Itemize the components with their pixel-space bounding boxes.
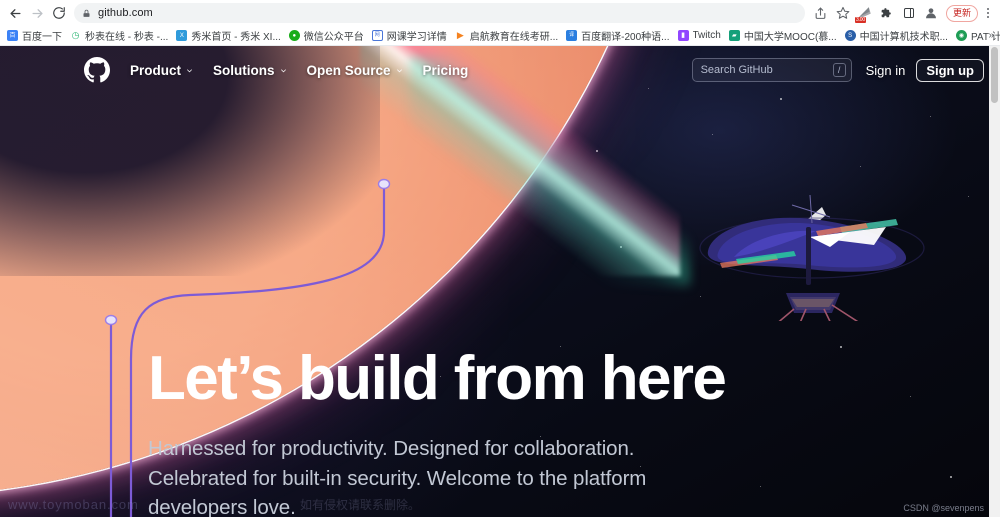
- bookmark-item[interactable]: ● 微信公众平台: [286, 27, 369, 44]
- bookmark-label: 中国计算机技术职...: [859, 32, 948, 43]
- address-bar[interactable]: github.com: [74, 3, 805, 23]
- favicon-icon: ▮: [677, 30, 689, 41]
- extensions-puzzle-icon[interactable]: [877, 3, 897, 23]
- nav-label: Open Source: [306, 62, 391, 78]
- bookmark-item[interactable]: X 秀米首页 - 秀米 XI...: [173, 27, 285, 44]
- bookmark-item[interactable]: 网网课学习详情: [369, 27, 452, 44]
- download-badge-count: 3.00: [854, 17, 866, 23]
- favicon-icon: ▰: [728, 30, 740, 41]
- nav-item-solutions[interactable]: Solutions: [213, 63, 288, 78]
- favicon-icon: 译: [566, 30, 578, 41]
- side-panel-icon[interactable]: [899, 3, 919, 23]
- chevron-down-icon: [280, 68, 286, 72]
- favicon-icon: S: [844, 30, 856, 41]
- hero-subtitle: Harnessed for productivity. Designed for…: [148, 436, 647, 517]
- bookmark-item[interactable]: S 中国计算机技术职...: [842, 27, 953, 44]
- watermark-left: www.toymoban.com: [8, 497, 139, 512]
- hero-copy-block: Let’s build from here Harnessed for prod…: [148, 344, 848, 517]
- download-badge-icon[interactable]: 3.00: [854, 3, 875, 23]
- search-input[interactable]: Search GitHub /: [691, 58, 852, 82]
- bookmark-label: 百度一下: [22, 32, 62, 43]
- bookmark-item[interactable]: ▮ Twitch: [675, 29, 726, 42]
- nav-item-open-source[interactable]: Open Source: [307, 63, 404, 78]
- kebab-menu-icon[interactable]: [980, 3, 996, 23]
- scrollbar-thumb[interactable]: [991, 47, 998, 103]
- bookmark-item[interactable]: ▰ 中国大学MOOC(慕...: [726, 27, 842, 44]
- search-shortcut-badge: /: [832, 63, 846, 77]
- github-hero-section: Product Solutions Open Source Pricing Se…: [0, 46, 1000, 517]
- bookmark-label: 秒表在线 - 秒表 -...: [85, 32, 169, 43]
- browser-toolbar: github.com 3.00 更新: [0, 0, 1000, 26]
- chevron-down-icon: [187, 68, 192, 72]
- nav-item-pricing[interactable]: Pricing: [423, 63, 469, 78]
- address-bar-url: github.com: [98, 7, 153, 19]
- back-arrow-icon[interactable]: [4, 2, 26, 24]
- sign-up-button[interactable]: Sign up: [916, 58, 984, 82]
- bookmark-item[interactable]: ▶ 启航教育在线考研...: [452, 27, 563, 44]
- favicon-icon: ●: [288, 30, 300, 41]
- favicon-icon: ◷: [70, 30, 81, 41]
- bookmark-label: 微信公众平台: [303, 32, 364, 43]
- profile-avatar-icon[interactable]: [921, 3, 941, 23]
- bookmark-label: 网课学习详情: [386, 32, 447, 43]
- bookmark-item[interactable]: 百百度一下: [4, 27, 67, 44]
- search-placeholder: Search GitHub: [700, 64, 773, 76]
- favicon-icon: ▶: [454, 30, 466, 41]
- bookmark-item[interactable]: ◷ 秒表在线 - 秒表 -...: [67, 27, 173, 44]
- github-main-nav: Product Solutions Open Source Pricing: [130, 63, 468, 78]
- share-icon[interactable]: [811, 3, 831, 23]
- nav-label: Solutions: [213, 62, 275, 78]
- page-title: Let’s build from here: [148, 344, 727, 413]
- bookmark-item[interactable]: 译百度翻译-200种语...: [563, 27, 674, 44]
- nav-item-product[interactable]: Product: [130, 63, 194, 78]
- bookmark-label: 中国大学MOOC(慕...: [743, 32, 837, 43]
- bookmark-label: PAT 计算机程序设...: [970, 32, 1000, 43]
- favicon-icon: 百: [7, 30, 18, 41]
- bookmarks-bar: 百百度一下 ◷ 秒表在线 - 秒表 -... X 秀米首页 - 秀米 XI... ●…: [0, 26, 1000, 46]
- bookmarks-overflow-icon[interactable]: »: [988, 30, 994, 42]
- sign-in-link[interactable]: Sign in: [866, 63, 906, 78]
- bookmark-label: 百度翻译-200种语...: [581, 32, 670, 43]
- update-button[interactable]: 更新: [945, 4, 978, 22]
- page-viewport: Product Solutions Open Source Pricing Se…: [0, 46, 1000, 517]
- watermark-right: CSDN @sevenpens: [903, 503, 984, 513]
- bookmark-label: 秀米首页 - 秀米 XI...: [191, 32, 281, 43]
- favicon-icon: ◉: [955, 30, 967, 41]
- lock-icon: [82, 8, 91, 19]
- reload-icon[interactable]: [48, 2, 70, 24]
- favicon-icon: 网: [371, 30, 383, 41]
- nav-label: Pricing: [422, 62, 469, 78]
- toolbar-icon-group: 3.00 更新: [811, 3, 996, 23]
- github-mark-icon[interactable]: [84, 57, 110, 83]
- bookmark-label: Twitch: [692, 30, 721, 41]
- mars-helicopter-illustration: [699, 194, 925, 321]
- bookmark-label: 启航教育在线考研...: [469, 32, 559, 43]
- forward-arrow-icon[interactable]: [26, 2, 48, 24]
- nav-label: Product: [130, 62, 182, 78]
- page-scrollbar[interactable]: [989, 46, 1000, 517]
- bookmark-star-icon[interactable]: [833, 3, 853, 23]
- github-header: Product Solutions Open Source Pricing Se…: [0, 46, 1000, 94]
- browser-chrome: github.com 3.00 更新 百 百度一下 ◷ 秒表在线 - 秒表 -.…: [0, 0, 1000, 46]
- favicon-icon: X: [176, 30, 188, 41]
- chevron-down-icon: [396, 68, 402, 72]
